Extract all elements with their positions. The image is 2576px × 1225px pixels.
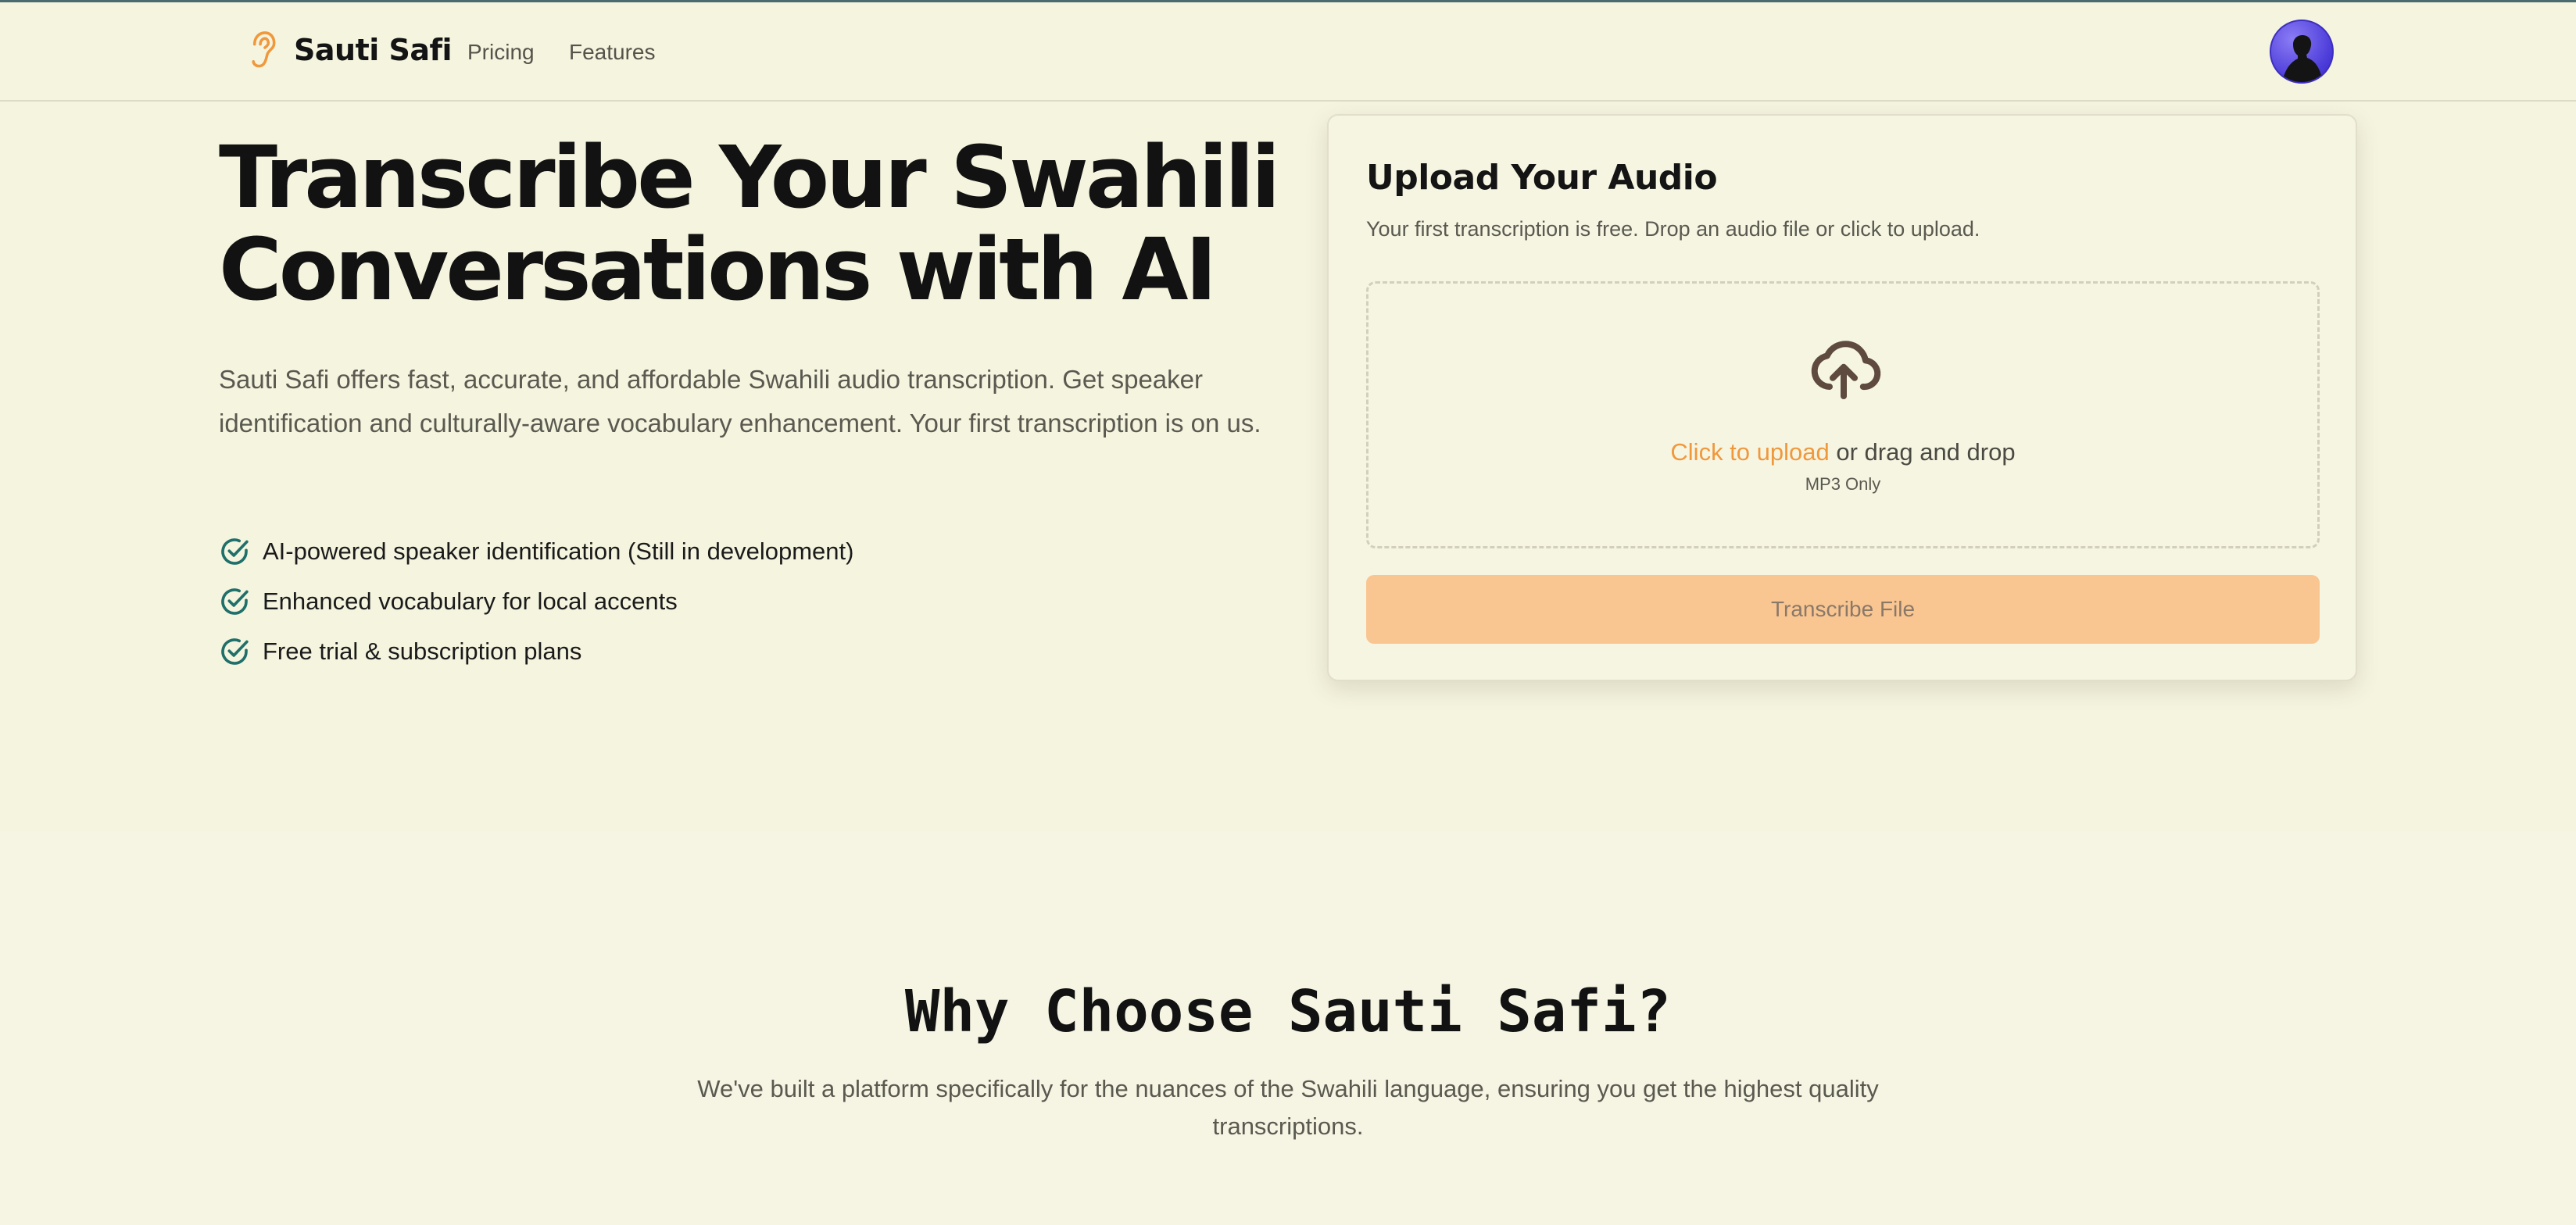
file-type-hint: MP3 Only: [1805, 474, 1881, 494]
dropzone-instruction: Click to upload or drag and drop: [1368, 438, 2317, 466]
feature-label: AI-powered speaker identification (Still…: [263, 538, 854, 565]
why-description: We've built a platform specifically for …: [697, 1075, 1879, 1140]
navbar: Sauti Safi Pricing Features: [0, 2, 2576, 102]
avatar[interactable]: [2270, 20, 2334, 84]
transcribe-file-button[interactable]: Transcribe File: [1366, 575, 2320, 644]
why-title: Why Choose Sauti Safi?: [904, 978, 1672, 1045]
upload-title: Upload Your Audio: [1366, 158, 1718, 198]
click-to-upload-link[interactable]: Click to upload: [1670, 438, 1829, 466]
hero-description: Sauti Safi offers fast, accurate, and af…: [219, 365, 1261, 438]
hero-title-line-1: Transcribe Your Swahili: [219, 127, 1280, 227]
hero-title-line-2: Conversations with AI: [219, 220, 1217, 320]
feature-item: Enhanced vocabulary for local accents: [219, 577, 853, 627]
feature-list: AI-powered speaker identification (Still…: [219, 527, 853, 677]
hero-title: Transcribe Your Swahili Conversations wi…: [219, 131, 1313, 316]
upload-card: Upload Your Audio Your first transcripti…: [1327, 114, 2357, 681]
cloud-upload-icon: [1811, 341, 1881, 399]
upload-subtitle: Your first transcription is free. Drop a…: [1366, 217, 1980, 241]
nav-link-features[interactable]: Features: [569, 40, 656, 65]
feature-item: Free trial & subscription plans: [219, 627, 853, 677]
ear-icon: [252, 31, 276, 68]
feature-label: Enhanced vocabulary for local accents: [263, 588, 678, 615]
user-silhouette-icon: [2282, 35, 2323, 82]
feature-label: Free trial & subscription plans: [263, 638, 582, 665]
brand-name: Sauti Safi: [294, 33, 453, 67]
check-circle-icon: [221, 538, 249, 565]
nav-link-pricing[interactable]: Pricing: [467, 40, 535, 65]
drag-and-drop-text: or drag and drop: [1829, 438, 2016, 466]
check-circle-icon: [221, 638, 249, 665]
brand[interactable]: Sauti Safi: [249, 30, 453, 70]
upload-dropzone[interactable]: Click to upload or drag and drop MP3 Onl…: [1366, 281, 2320, 548]
feature-item: AI-powered speaker identification (Still…: [219, 527, 853, 577]
check-circle-icon: [221, 588, 249, 615]
